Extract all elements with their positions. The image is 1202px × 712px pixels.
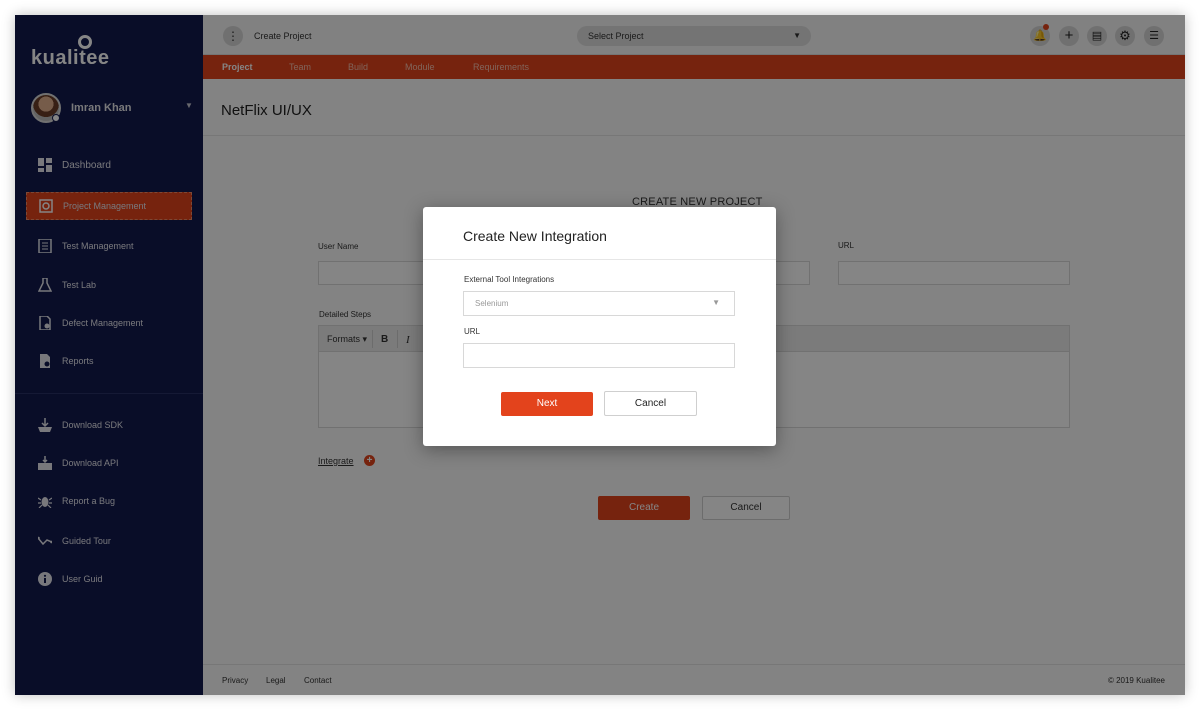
modal-title: Create New Integration xyxy=(463,228,607,244)
tool-integrations-value: Selenium xyxy=(475,299,509,308)
tool-integrations-label: External Tool Integrations xyxy=(464,275,555,284)
modal-url-input[interactable] xyxy=(463,343,735,368)
modal-url-label: URL xyxy=(464,327,481,336)
modal-cancel-button[interactable]: Cancel xyxy=(604,391,697,416)
modal-divider xyxy=(423,259,776,260)
chevron-down-icon: ▼ xyxy=(712,298,720,307)
next-button[interactable]: Next xyxy=(501,392,593,416)
app-window: kualitee Imran Khan ▼ Dashboard Project … xyxy=(15,15,1185,695)
create-integration-modal: Create New Integration External Tool Int… xyxy=(423,207,776,446)
tool-integrations-select[interactable]: Selenium ▼ xyxy=(463,291,735,316)
